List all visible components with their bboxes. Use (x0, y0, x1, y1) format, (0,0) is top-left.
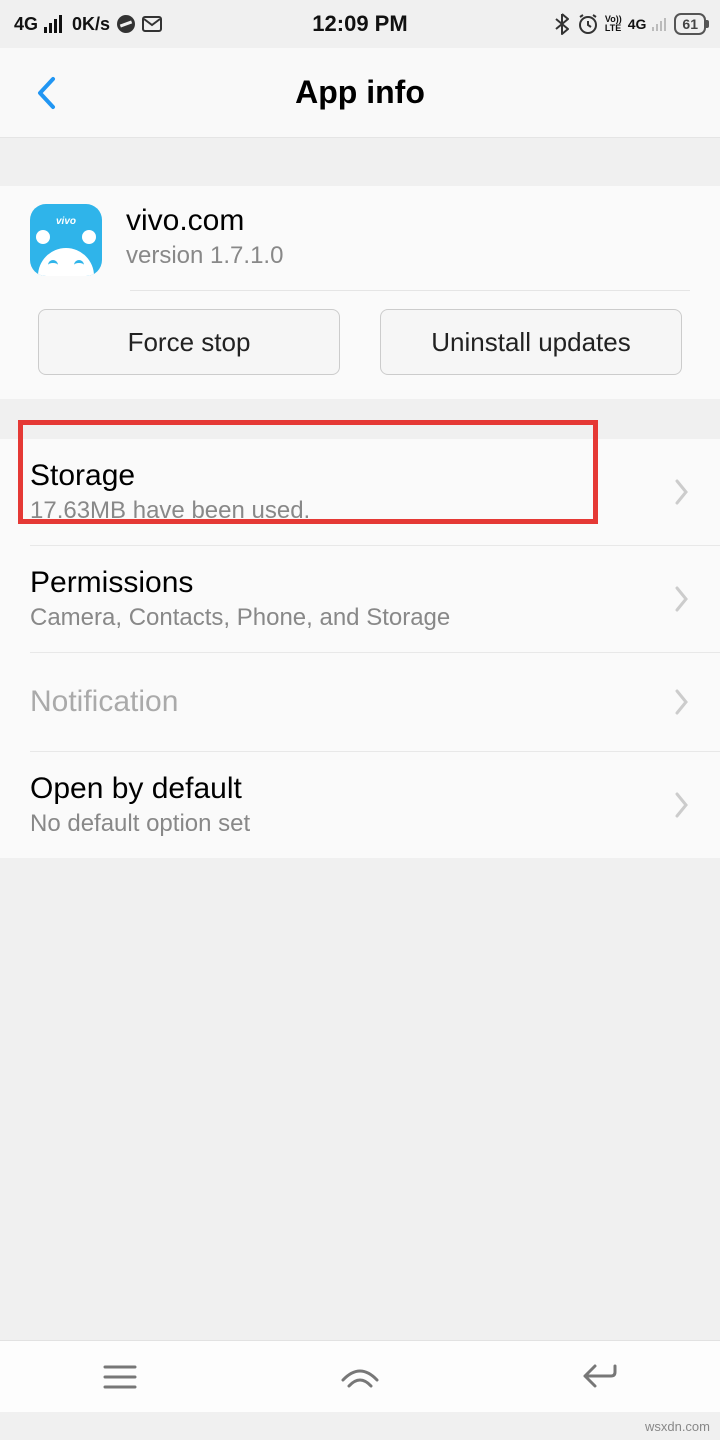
bluetooth-icon (553, 13, 571, 35)
row-title: Notification (30, 685, 674, 719)
network-label: 4G (14, 14, 38, 35)
row-subtitle: 17.63MB have been used. (30, 497, 674, 525)
page-title: App info (295, 74, 425, 111)
data-speed: 0K/s (72, 14, 110, 35)
do-not-disturb-icon (116, 14, 136, 34)
row-title: Storage (30, 459, 674, 493)
app-icon: vivo (30, 204, 102, 276)
title-bar: App info (0, 48, 720, 138)
network2-label: 4G (628, 16, 647, 32)
row-title: Permissions (30, 566, 674, 600)
volte-indicator: Vo))LTE (605, 15, 622, 33)
notification-row[interactable]: Notification (0, 653, 720, 751)
app-version: version 1.7.1.0 (126, 242, 283, 270)
chevron-right-icon (674, 585, 690, 613)
settings-list: Storage 17.63MB have been used. Permissi… (0, 439, 720, 858)
permissions-row[interactable]: Permissions Camera, Contacts, Phone, and… (0, 546, 720, 652)
row-subtitle: No default option set (30, 810, 674, 838)
chevron-left-icon (35, 75, 57, 111)
row-title: Open by default (30, 772, 674, 806)
open-by-default-row[interactable]: Open by default No default option set (0, 752, 720, 858)
battery-indicator: 61 (674, 13, 706, 35)
navigation-bar (0, 1340, 720, 1412)
clock: 12:09 PM (312, 11, 407, 37)
status-bar: 4G 0K/s 12:09 PM Vo))LTE 4G 61 (0, 0, 720, 48)
spacer (0, 399, 720, 439)
uninstall-updates-button[interactable]: Uninstall updates (380, 309, 682, 375)
back-icon (581, 1362, 619, 1392)
app-name: vivo.com (126, 204, 283, 238)
menu-icon (103, 1364, 137, 1390)
spacer (0, 138, 720, 186)
chevron-right-icon (674, 791, 690, 819)
chevron-right-icon (674, 478, 690, 506)
signal2-icon (652, 17, 668, 31)
storage-row[interactable]: Storage 17.63MB have been used. (0, 439, 720, 545)
home-icon (339, 1364, 381, 1390)
recents-button[interactable] (80, 1352, 160, 1402)
row-subtitle: Camera, Contacts, Phone, and Storage (30, 604, 674, 632)
chevron-right-icon (674, 688, 690, 716)
force-stop-button[interactable]: Force stop (38, 309, 340, 375)
back-button[interactable] (16, 63, 76, 123)
watermark: wsxdn.com (645, 1419, 710, 1434)
alarm-icon (577, 13, 599, 35)
home-button[interactable] (320, 1352, 400, 1402)
back-nav-button[interactable] (560, 1352, 640, 1402)
button-row: Force stop Uninstall updates (0, 291, 720, 399)
message-icon (142, 14, 162, 34)
app-header: vivo vivo.com version 1.7.1.0 (0, 186, 720, 291)
signal-icon (44, 15, 66, 33)
